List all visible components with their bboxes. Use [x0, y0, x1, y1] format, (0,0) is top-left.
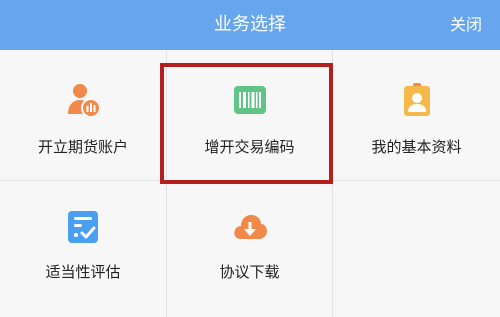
menu-item-label: 我的基本资料 [371, 138, 462, 156]
menu-item-label: 开立期货账户 [37, 138, 128, 156]
id-badge-icon [403, 83, 430, 116]
menu-item-label: 适当性评估 [45, 263, 121, 281]
menu-item-my-basic-info[interactable]: 我的基本资料 [333, 50, 500, 181]
close-button[interactable]: 关闭 [450, 0, 482, 50]
person-chart-icon [68, 84, 101, 118]
checklist-icon [68, 211, 98, 243]
menu-item-suitability-assessment[interactable]: 适当性评估 [0, 181, 167, 317]
menu-item-label: 协议下载 [219, 263, 280, 281]
business-menu-grid: 开立期货账户 增开交易编码 我的基本资料 适当性评估 协议下载 [0, 50, 500, 317]
menu-item-add-trading-code[interactable]: 增开交易编码 [167, 50, 333, 181]
empty-cell [333, 181, 500, 317]
page-title: 业务选择 [214, 14, 286, 35]
cloud-download-icon [233, 215, 267, 239]
top-bar: 业务选择 关闭 [0, 0, 500, 50]
menu-item-open-futures-account[interactable]: 开立期货账户 [0, 50, 167, 181]
barcode-icon [233, 86, 266, 114]
menu-item-label: 增开交易编码 [204, 138, 295, 156]
menu-item-agreement-download[interactable]: 协议下载 [167, 181, 333, 317]
